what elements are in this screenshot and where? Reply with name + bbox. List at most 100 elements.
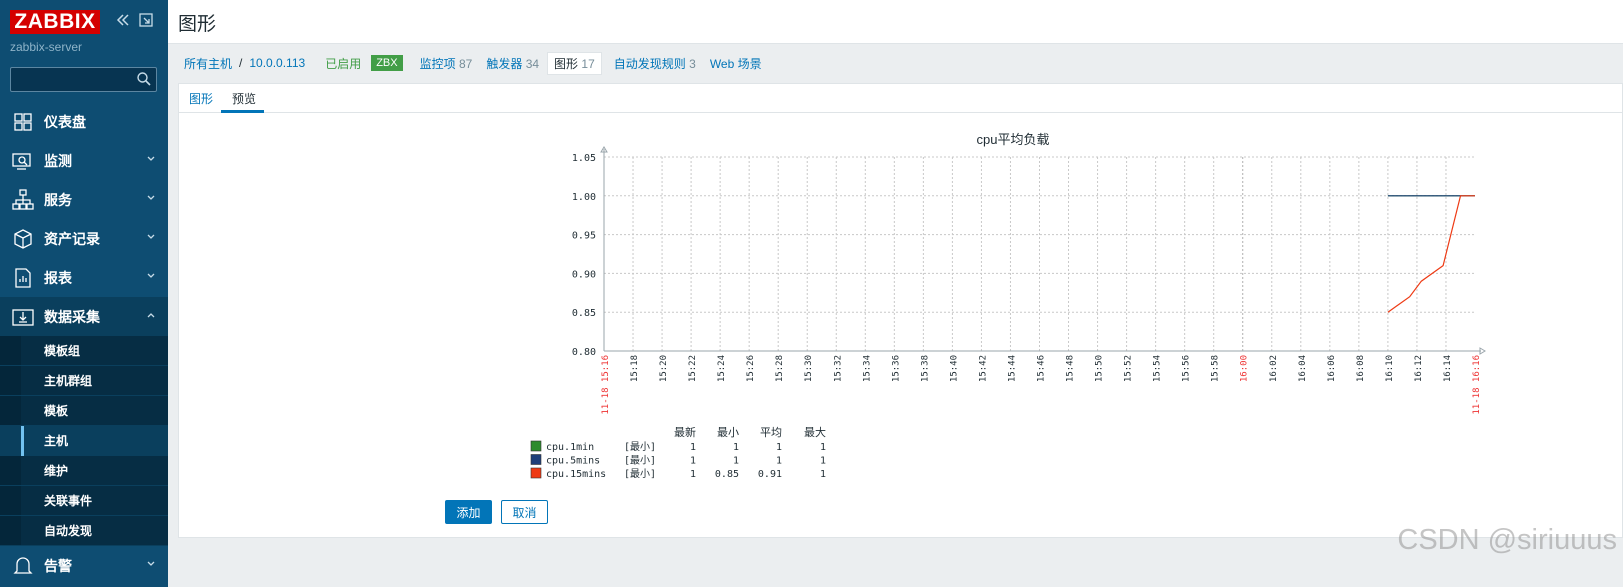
chart-title: cpu平均负载: [977, 132, 1050, 147]
x-tick-label: 16:12: [1414, 355, 1424, 382]
search-input[interactable]: [11, 68, 131, 91]
legend-header: 最大: [804, 425, 826, 439]
legend-header: 最小: [717, 426, 739, 439]
chevron-down-icon: [146, 271, 156, 281]
logo-row: ZABBIX: [10, 10, 160, 34]
x-tick-label: 15:46: [1037, 355, 1047, 382]
chevron-down-icon: [146, 154, 156, 164]
x-tick-label: 15:34: [862, 355, 872, 382]
all-hosts-link[interactable]: 所有主机: [184, 55, 232, 72]
host-status[interactable]: 已启用: [325, 55, 361, 72]
y-tick-label: 0.95: [572, 231, 596, 242]
graphs-link[interactable]: 图形 17: [547, 51, 602, 75]
main-area: 图形 所有主机 / 10.0.0.113 已启用 ZBX 监控项 87 触发器 …: [168, 0, 1623, 587]
y-tick-label: 1.05: [572, 153, 596, 164]
x-tick-label: 15:20: [659, 355, 669, 382]
x-tick-label: 15:40: [949, 355, 959, 382]
x-tick-label: 16:00: [1240, 355, 1250, 382]
series-line-cpu.15mins: [1387, 195, 1475, 313]
legend-value-max: 1: [820, 456, 826, 467]
x-tick-label: 15:22: [688, 355, 698, 382]
web-scenarios-link[interactable]: Web 场景: [710, 55, 762, 72]
x-tick-label: 15:38: [920, 355, 930, 382]
legend-value-avg: 1: [776, 442, 782, 453]
x-tick-label: 15:30: [804, 355, 814, 382]
items-link[interactable]: 监控项 87: [420, 55, 473, 72]
menu-item-data-collection[interactable]: 数据采集: [0, 297, 168, 336]
graph-preview: 1.05 1.00 0.95 0.90 0.85 0.80 15:18 15:20 15:22 1…: [530, 132, 1486, 480]
submenu-item-event-correlation[interactable]: 关联事件: [0, 486, 168, 516]
legend-value-min: 1: [733, 442, 739, 453]
monitoring-icon: [11, 149, 35, 173]
y-tick-label: 1.00: [572, 192, 596, 203]
menu-label: 监测: [44, 152, 72, 169]
tab-preview[interactable]: 预览: [232, 90, 256, 107]
legend-header: 最新: [674, 425, 696, 439]
legend-series-name: cpu.5mins: [546, 456, 600, 467]
menu-item-inventory[interactable]: 资产记录: [0, 219, 168, 258]
add-button[interactable]: 添加: [445, 500, 492, 524]
host-link[interactable]: 10.0.0.113: [249, 56, 305, 70]
submenu-item-discovery[interactable]: 自动发现: [0, 516, 168, 546]
x-tick-label: 15:28: [775, 355, 785, 382]
legend-value-latest: 1: [690, 456, 696, 467]
kiosk-mode-icon[interactable]: [137, 12, 155, 30]
legend-swatch: [530, 454, 542, 465]
x-tick-label: 15:44: [1007, 355, 1017, 382]
menu-label: 报表: [44, 269, 72, 286]
page-header: 图形: [168, 0, 1623, 44]
discovery-rules-link[interactable]: 自动发现规则 3: [614, 55, 696, 72]
sidebar: ZABBIX zabbix-server 仪表盘 监测 服务 资产记录 报表 数…: [0, 0, 168, 587]
active-tab-indicator: [221, 110, 264, 113]
menu-item-alerts[interactable]: 告警: [0, 546, 168, 585]
legend-value-min: 0.85: [715, 469, 739, 480]
graph-form: 图形 预览 1.05 1.00 0.95 0.90 0.85 0.80 15:18 15:20…: [178, 83, 1623, 538]
tab-graph[interactable]: 图形: [189, 90, 213, 107]
legend-value-latest: 1: [690, 469, 696, 480]
dashboard-icon: [11, 110, 35, 134]
server-name: zabbix-server: [10, 40, 83, 54]
menu-item-reports[interactable]: 报表: [0, 258, 168, 297]
submenu-item-templates[interactable]: 模板: [0, 396, 168, 426]
legend-func: [最小]: [624, 468, 656, 480]
menu-item-services[interactable]: 服务: [0, 180, 168, 219]
x-tick-label: 15:36: [891, 355, 901, 382]
submenu-item-host-groups[interactable]: 主机群组: [0, 366, 168, 396]
legend-func: [最小]: [624, 455, 656, 467]
breadcrumb-separator: /: [239, 56, 243, 70]
x-tick-label: 16:06: [1327, 355, 1337, 382]
legend-value-max: 1: [820, 469, 826, 480]
submenu-item-template-groups[interactable]: 模板组: [0, 336, 168, 366]
chevron-down-icon: [146, 559, 156, 569]
submenu-item-hosts[interactable]: 主机: [0, 426, 168, 456]
x-tick-label: 16:04: [1298, 355, 1308, 382]
legend-value-avg: 1: [776, 456, 782, 467]
inventory-icon: [11, 227, 35, 251]
menu-label: 数据采集: [44, 308, 100, 325]
legend-series-name: cpu.15mins: [546, 469, 606, 480]
watermark: CSDN @siriuuus: [1397, 524, 1617, 556]
legend-series-name: cpu.1min: [546, 442, 594, 453]
main-menu: 仪表盘 监测 服务 资产记录 报表 数据采集 模板组 主机群组 模板 主机 维护…: [0, 102, 168, 585]
x-tick-label: 16:02: [1269, 355, 1279, 382]
legend-func: [最小]: [624, 441, 656, 453]
cancel-button[interactable]: 取消: [501, 500, 548, 524]
triggers-link[interactable]: 触发器 34: [486, 55, 539, 72]
menu-label: 仪表盘: [44, 113, 86, 130]
collapse-sidebar-icon[interactable]: [114, 12, 132, 30]
legend-header: 平均: [760, 426, 782, 439]
x-tick-label: 15:32: [833, 355, 843, 382]
x-tick-label: 15:42: [978, 355, 988, 382]
x-tick-label: 15:56: [1182, 355, 1192, 382]
x-tick-label: 16:10: [1385, 355, 1395, 382]
x-tick-label: 16:08: [1356, 355, 1366, 382]
menu-item-dashboard[interactable]: 仪表盘: [0, 102, 168, 141]
submenu-item-maintenance[interactable]: 维护: [0, 456, 168, 486]
y-tick-label: 0.85: [572, 308, 596, 319]
x-tick-label: 15:50: [1095, 355, 1105, 382]
x-tick-label: 16:14: [1443, 355, 1453, 382]
services-icon: [11, 188, 35, 212]
menu-item-monitoring[interactable]: 监测: [0, 141, 168, 180]
zabbix-logo[interactable]: ZABBIX: [10, 10, 100, 34]
search-icon[interactable]: [136, 71, 152, 87]
